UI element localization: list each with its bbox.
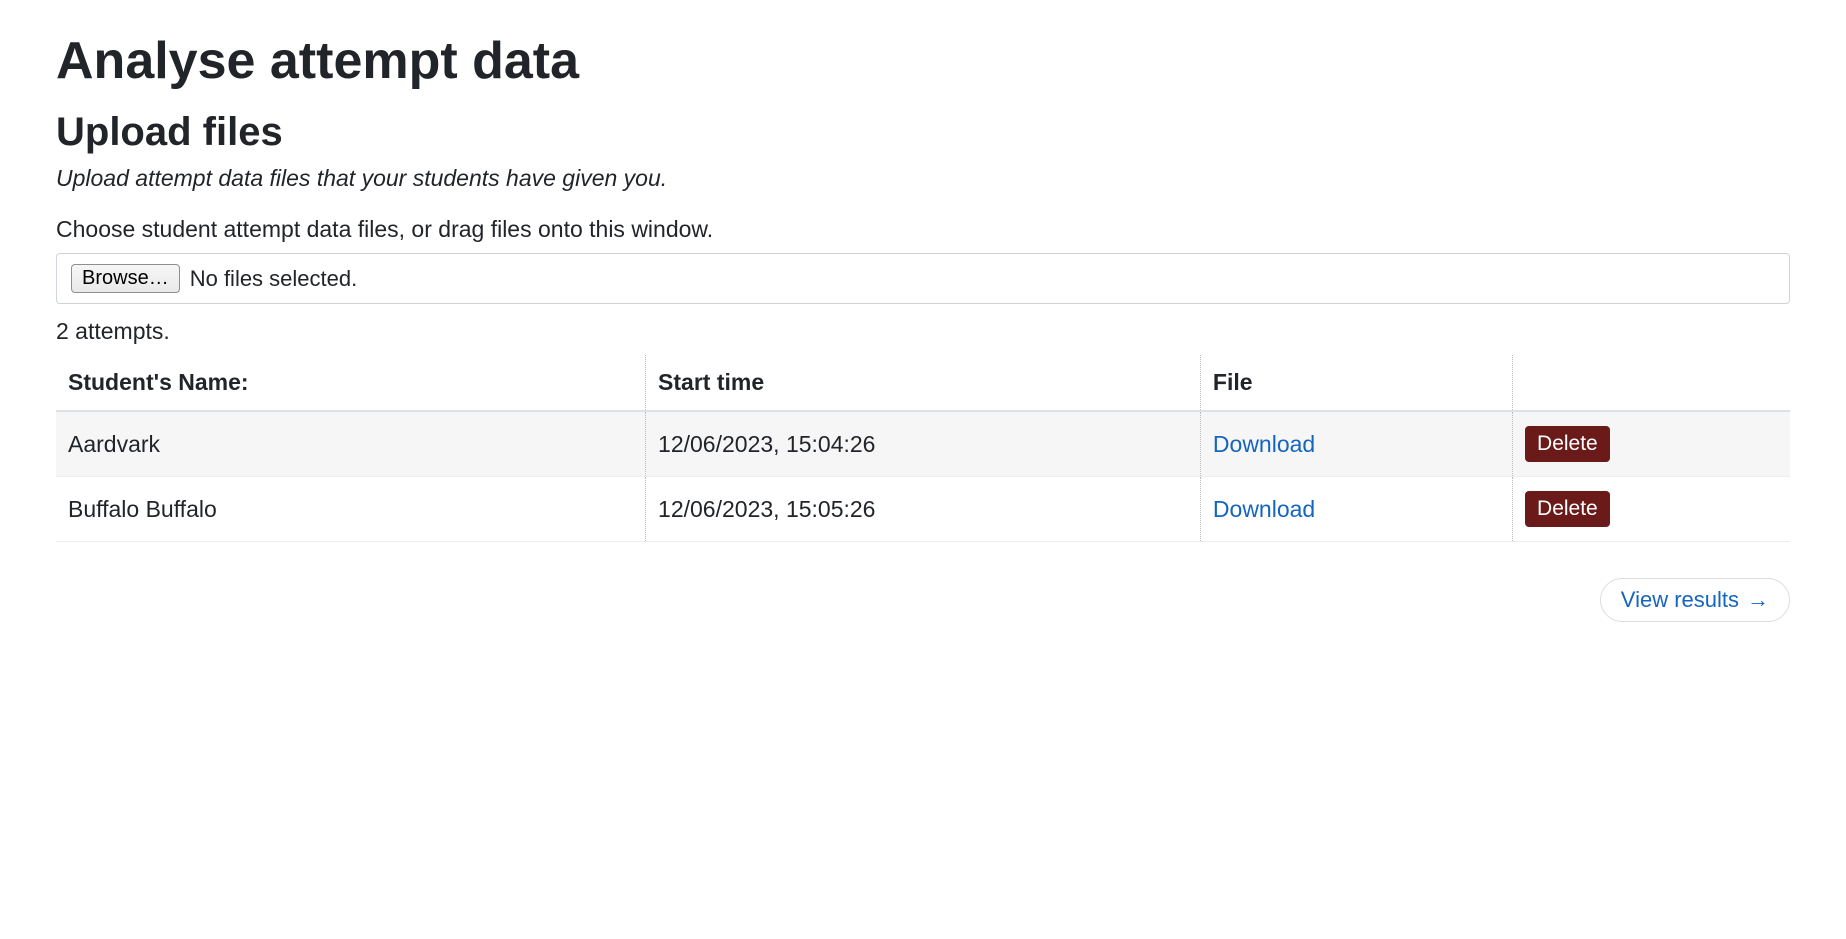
header-start: Start time bbox=[646, 355, 1201, 411]
delete-button[interactable]: Delete bbox=[1525, 491, 1610, 527]
arrow-right-icon: → bbox=[1747, 587, 1769, 613]
header-file: File bbox=[1200, 355, 1512, 411]
header-name: Student's Name: bbox=[56, 355, 646, 411]
download-link[interactable]: Download bbox=[1213, 496, 1315, 522]
table-row: Buffalo Buffalo 12/06/2023, 15:05:26 Dow… bbox=[56, 477, 1790, 542]
view-results-button[interactable]: View results → bbox=[1600, 578, 1790, 622]
download-link[interactable]: Download bbox=[1213, 431, 1315, 457]
upload-subtext: Upload attempt data files that your stud… bbox=[56, 165, 1790, 192]
upload-heading: Upload files bbox=[56, 110, 1790, 155]
cell-file: Download bbox=[1200, 477, 1512, 542]
file-input[interactable]: Browse… No files selected. bbox=[56, 253, 1790, 304]
delete-button[interactable]: Delete bbox=[1525, 426, 1610, 462]
browse-button[interactable]: Browse… bbox=[71, 264, 180, 293]
cell-action: Delete bbox=[1513, 411, 1790, 477]
cell-name: Buffalo Buffalo bbox=[56, 477, 646, 542]
cell-start: 12/06/2023, 15:05:26 bbox=[646, 477, 1201, 542]
footer-actions: View results → bbox=[56, 578, 1790, 622]
upload-instructions: Choose student attempt data files, or dr… bbox=[56, 216, 1790, 243]
cell-name: Aardvark bbox=[56, 411, 646, 477]
table-header-row: Student's Name: Start time File bbox=[56, 355, 1790, 411]
view-results-label: View results bbox=[1621, 587, 1739, 613]
header-action bbox=[1513, 355, 1790, 411]
attempts-table: Student's Name: Start time File Aardvark… bbox=[56, 355, 1790, 542]
table-row: Aardvark 12/06/2023, 15:04:26 Download D… bbox=[56, 411, 1790, 477]
cell-start: 12/06/2023, 15:04:26 bbox=[646, 411, 1201, 477]
cell-file: Download bbox=[1200, 411, 1512, 477]
file-status: No files selected. bbox=[190, 266, 358, 292]
attempts-count: 2 attempts. bbox=[56, 318, 1790, 345]
page-title: Analyse attempt data bbox=[56, 30, 1790, 92]
cell-action: Delete bbox=[1513, 477, 1790, 542]
